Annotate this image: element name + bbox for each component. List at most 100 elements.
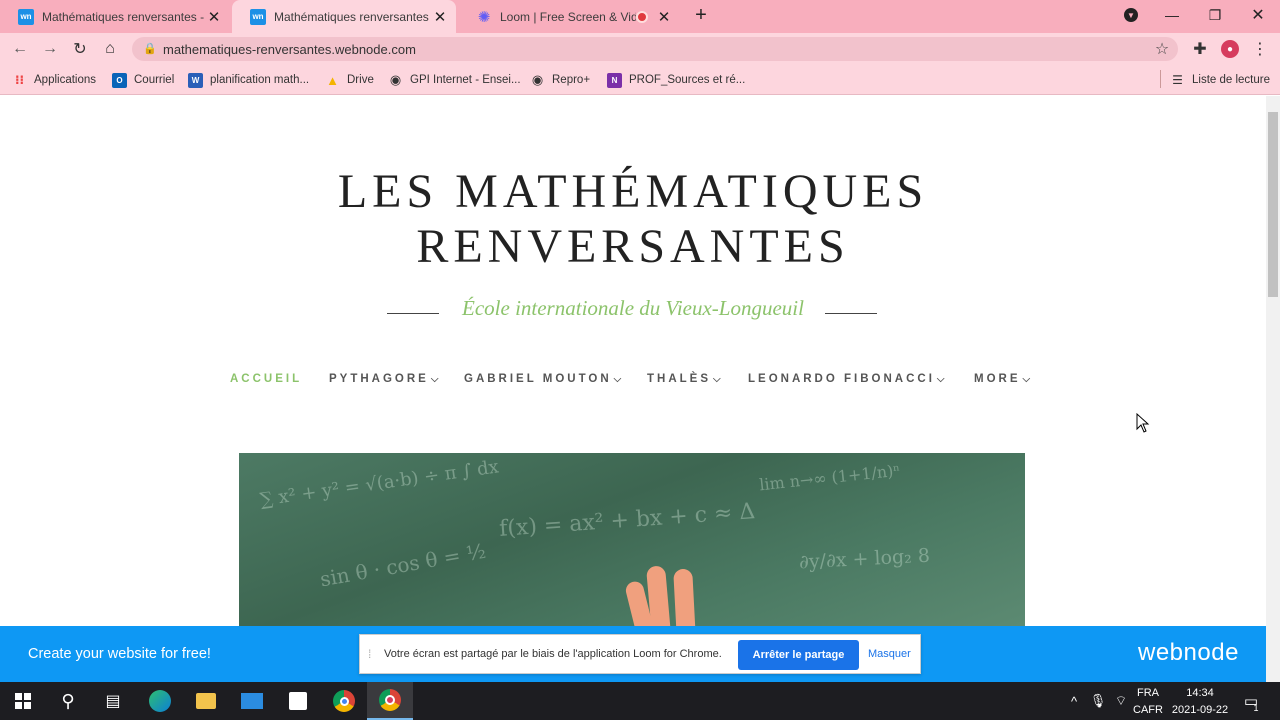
bookmark-label: Drive [347, 74, 374, 86]
reload-icon[interactable]: ↻ [68, 37, 92, 61]
reading-list-icon: ☰ [1172, 73, 1183, 87]
recording-icon [636, 10, 648, 23]
drag-handle-icon[interactable]: ⁞ [368, 647, 371, 661]
search-icon[interactable]: ⚲ [45, 682, 91, 720]
mail-icon[interactable] [229, 682, 275, 720]
hand-finger [673, 568, 696, 626]
chalk-scribble: f(x) = ax² + bx + c ≈ Δ [498, 499, 756, 542]
chevron-down-icon: ⌵ [713, 373, 721, 385]
close-icon[interactable]: ✕ [432, 8, 448, 26]
close-window-icon[interactable]: ✕ [1236, 0, 1280, 30]
bookmark-prof-sources[interactable]: N PROF_Sources et ré... [607, 71, 745, 89]
webnode-icon: wn [18, 8, 34, 25]
minimize-icon[interactable]: — [1150, 0, 1194, 30]
forward-icon[interactable]: → [38, 37, 62, 61]
windows-start-icon[interactable] [0, 682, 46, 720]
globe-icon: ◉ [389, 72, 402, 87]
screen-share-banner: ⁞ Votre écran est partagé par le biais d… [359, 634, 921, 674]
nav-pythagore[interactable]: PYTHAGORE ⌵ [329, 373, 438, 385]
reading-list-label: Liste de lecture [1192, 74, 1270, 86]
profile-avatar[interactable]: ● [1218, 37, 1242, 61]
drive-icon: ▲ [326, 72, 339, 88]
edge-icon[interactable] [137, 682, 183, 720]
site-title-line1: LES MATHÉMATIQUES [337, 165, 929, 218]
clock-time[interactable]: 14:34 [1172, 687, 1228, 699]
webnode-icon: wn [250, 8, 266, 25]
language-indicator[interactable]: FRA [1133, 687, 1163, 699]
divider [1160, 70, 1161, 88]
bookmark-drive[interactable]: ▲ Drive [325, 71, 374, 89]
chevron-down-icon: ⌵ [936, 373, 945, 385]
lock-icon: 🔒 [143, 43, 157, 55]
tab-title: Mathématiques renversantes - M [42, 9, 206, 24]
reading-list-button[interactable]: ☰ Liste de lecture [1170, 71, 1270, 89]
divider-right [825, 313, 877, 314]
tab-3[interactable]: ✺ Loom | Free Screen & Video ✕ [458, 0, 680, 33]
menu-icon[interactable]: ⋮ [1248, 37, 1272, 61]
nav-label: PYTHAGORE [329, 373, 429, 385]
scrollbar-thumb[interactable] [1268, 112, 1278, 297]
chevron-down-icon: ⌵ [1022, 373, 1031, 385]
create-website-link[interactable]: Create your website for free! [28, 646, 211, 662]
microphone-icon[interactable]: 🎙 [1086, 682, 1110, 720]
nav-gabriel-mouton[interactable]: GABRIEL MOUTON ⌵ [464, 373, 621, 385]
chrome-icon[interactable] [321, 682, 367, 720]
site-title-line2: RENVERSANTES [416, 220, 850, 273]
keyboard-layout-indicator[interactable]: CAFR [1131, 704, 1165, 716]
bookmark-star-icon[interactable]: ☆ [1150, 37, 1174, 61]
close-icon[interactable]: ✕ [206, 8, 222, 26]
bookmark-repro[interactable]: ◉ Repro+ [530, 71, 590, 89]
nav-label: MORE [974, 373, 1021, 385]
chevron-up-icon[interactable]: ^ [1062, 682, 1086, 720]
webnode-logo[interactable]: webnode [1138, 639, 1239, 667]
nav-label: ACCUEIL [230, 373, 303, 385]
chalk-scribble: lim n→∞ (1+1/n)ⁿ [758, 460, 902, 495]
bookmark-courriel[interactable]: O Courriel [112, 71, 174, 89]
word-icon: W [188, 72, 203, 88]
store-icon[interactable] [275, 682, 321, 720]
hand-finger [645, 565, 672, 626]
restore-icon[interactable]: ❐ [1193, 0, 1237, 30]
bookmark-label: GPI Internet - Ensei... [410, 74, 521, 86]
close-icon[interactable]: ✕ [656, 8, 672, 26]
home-icon[interactable]: ⌂ [98, 37, 122, 61]
bookmark-label: PROF_Sources et ré... [629, 74, 746, 86]
tab-1[interactable]: wn Mathématiques renversantes - M ✕ [0, 0, 230, 33]
wifi-icon[interactable]: ⌔ [1109, 682, 1133, 720]
stop-sharing-button[interactable]: Arrêter le partage [738, 640, 859, 670]
chalk-scribble: sin θ · cos θ = ½ [318, 538, 488, 592]
tab-strip: wn Mathématiques renversantes - M ✕ wn M… [0, 0, 1280, 33]
tab-2[interactable]: wn Mathématiques renversantes ✕ [232, 0, 456, 33]
bookmark-gpi[interactable]: ◉ GPI Internet - Ensei... [388, 71, 521, 89]
extensions-icon[interactable]: ✚ [1188, 37, 1212, 61]
chevron-down-icon: ⌵ [613, 373, 622, 385]
nav-thales[interactable]: THALÈS ⌵ [647, 373, 721, 385]
task-view-icon[interactable]: ▤ [90, 682, 136, 720]
nav-leonardo-fibonacci[interactable]: LEONARDO FIBONACCI ⌵ [748, 373, 944, 385]
bookmark-label: Repro+ [552, 74, 591, 86]
clock-date[interactable]: 2021-09-22 [1166, 704, 1234, 716]
mouse-cursor-icon [1136, 413, 1150, 433]
nav-accueil[interactable]: ACCUEIL [230, 373, 302, 385]
hero-image-chalkboard: ∑ x² + y² = √(a·b) ÷ π ∫ dx f(x) = ax² +… [239, 453, 1025, 626]
chrome-profile-icon[interactable] [367, 682, 413, 720]
bookmark-planification[interactable]: W planification math... [188, 71, 309, 89]
chalk-scribble: ∂y/∂x + log₂ 8 [798, 544, 931, 574]
new-tab-icon[interactable]: + [686, 0, 716, 30]
tab-title: Loom | Free Screen & Video [500, 9, 636, 24]
webpage: LES MATHÉMATIQUES RENVERSANTES École int… [0, 96, 1266, 626]
nav-more[interactable]: MORE ⌵ [974, 373, 1030, 385]
chalk-scribble: ∑ x² + y² = √(a·b) ÷ π ∫ dx [258, 456, 501, 511]
back-icon[interactable]: ← [8, 37, 32, 61]
windows-taskbar: ⚲ ▤ ^ 🎙 ⌔ FRA CAFR 14:34 2021-09-22 ▭ 1 [0, 682, 1280, 720]
hide-button[interactable]: Masquer [868, 648, 911, 660]
tab-search-icon[interactable]: ▼ [1109, 0, 1153, 30]
url-text[interactable]: mathematiques-renversantes.webnode.com [163, 42, 416, 57]
bookmark-applications[interactable]: ⁝⁝ Applications [12, 71, 96, 89]
notifications-icon[interactable]: ▭ [1236, 682, 1266, 720]
file-explorer-icon[interactable] [183, 682, 229, 720]
bookmark-label: Courriel [134, 74, 175, 86]
share-message: Votre écran est partagé par le biais de … [384, 648, 722, 660]
notification-count: 1 [1253, 703, 1259, 713]
tab-title: Mathématiques renversantes [274, 9, 429, 24]
